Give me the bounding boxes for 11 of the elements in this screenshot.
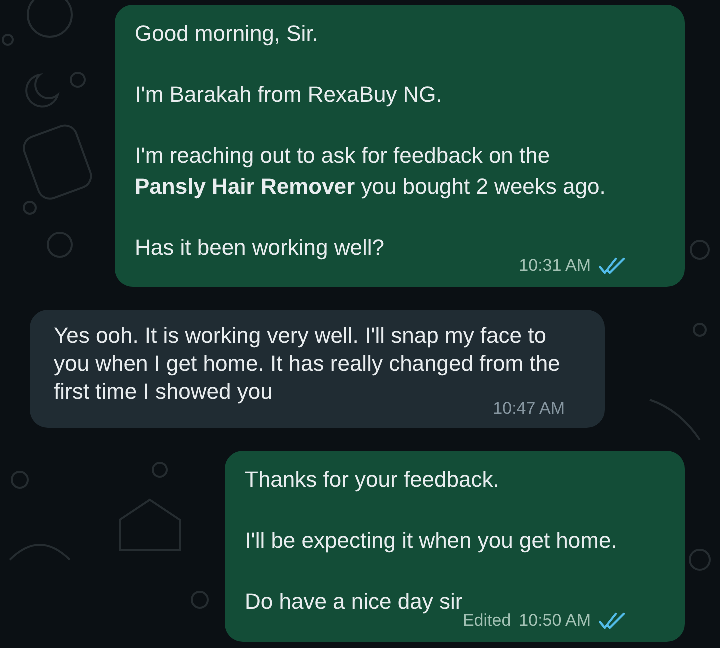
message-text: I'm Barakah from RexaBuy NG. [135, 81, 444, 109]
message-text: Has it been working well? [135, 234, 386, 262]
message-text: I'll be expecting it when you get home. [245, 527, 618, 555]
message-time: 10:31 AM [519, 255, 591, 277]
message-text: Thanks for your feedback. [245, 466, 500, 494]
edited-label: Edited [462, 610, 512, 632]
message-text: I'm reaching out to ask for feedback on the Pansly Hair Remover you bought 2 weeks ago. [135, 142, 607, 201]
message-text: Do have a nice day sir [245, 588, 464, 616]
message-time: 10:50 AM [519, 610, 591, 632]
message-time: 10:47 AM [493, 398, 565, 420]
message-text: Good morning, Sir. [135, 20, 320, 48]
